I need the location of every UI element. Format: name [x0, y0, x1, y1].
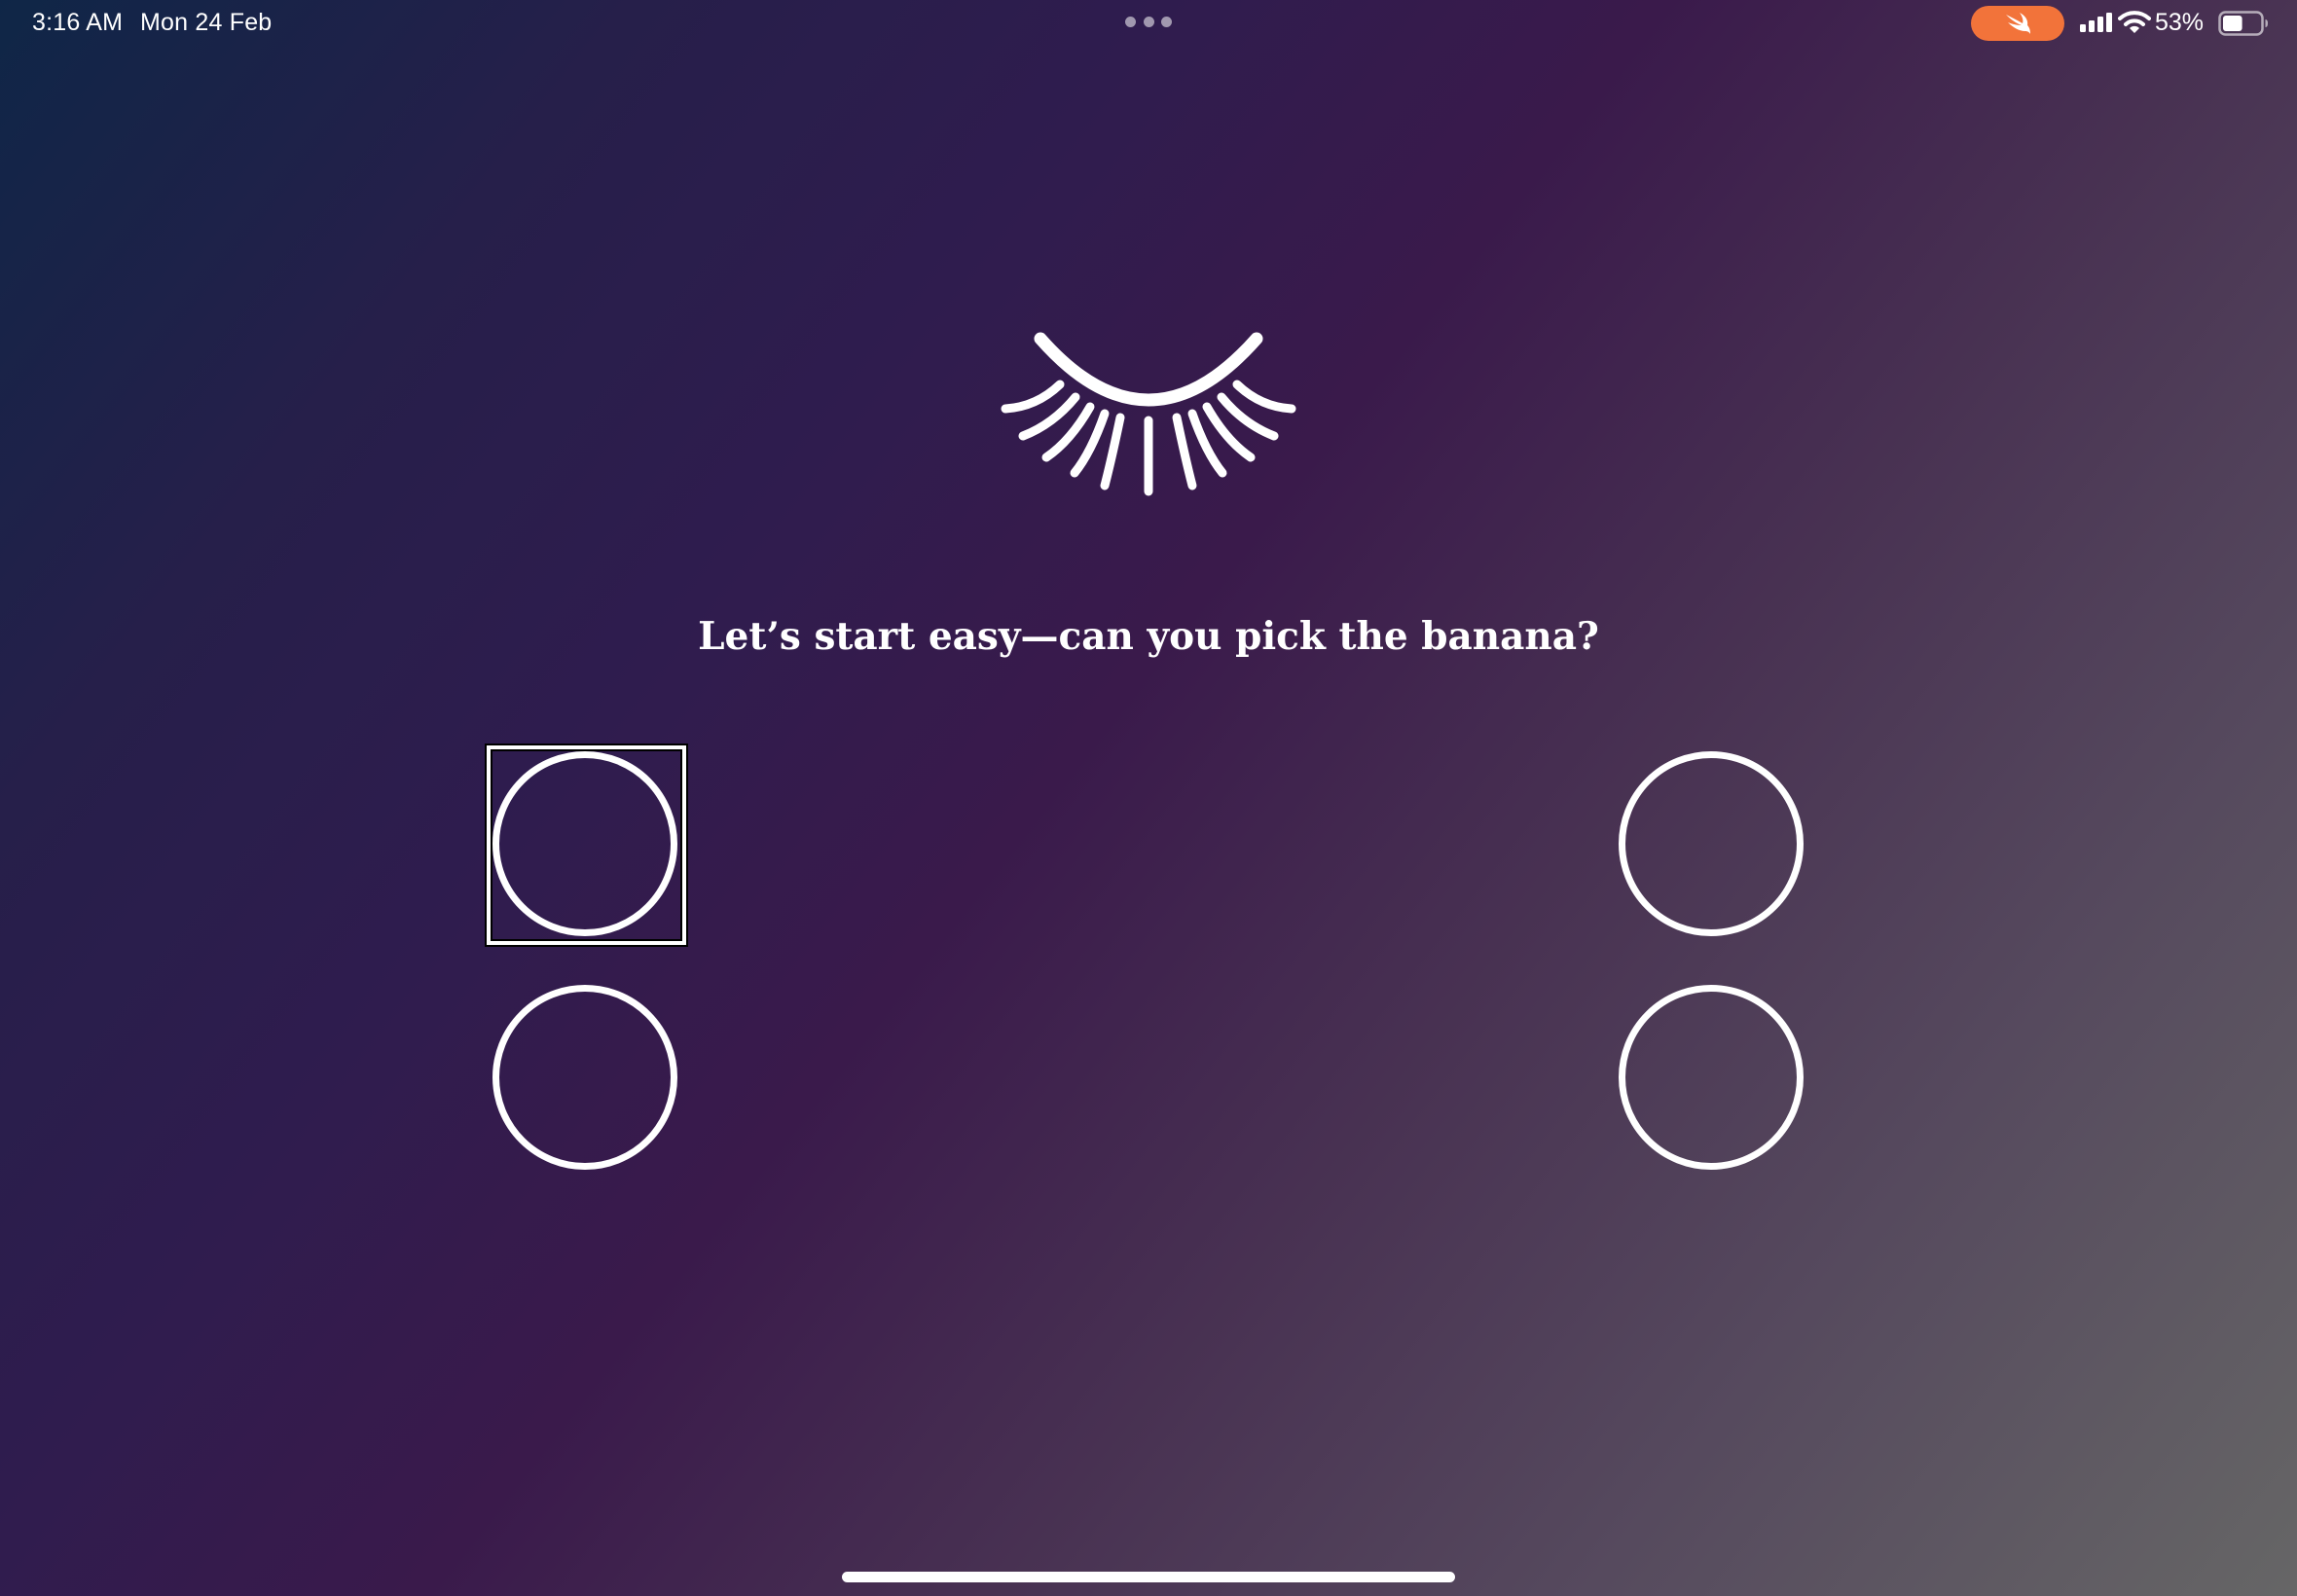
- battery-percentage: 53%: [2155, 9, 2205, 36]
- wifi-icon: [2118, 11, 2151, 33]
- status-time: 3:16 AM: [32, 9, 124, 36]
- swift-icon: [2006, 13, 2030, 34]
- answer-choice-1[interactable]: [492, 751, 677, 936]
- home-indicator[interactable]: [842, 1572, 1455, 1582]
- answer-choice-2[interactable]: [1619, 751, 1804, 936]
- status-bar: 3:16 AM Mon 24 Feb 53%: [0, 0, 2297, 47]
- answer-choice-3[interactable]: [492, 985, 677, 1170]
- dot-icon: [1143, 16, 1154, 27]
- question-prompt: Let’s start easy—can you pick the banana…: [698, 614, 1599, 659]
- battery-level-fill: [2223, 16, 2242, 31]
- active-app-indicator[interactable]: [1971, 6, 2064, 41]
- multitasking-menu-icon[interactable]: [1125, 15, 1172, 28]
- cellular-signal-icon: [2080, 13, 2112, 32]
- dot-icon: [1161, 16, 1172, 27]
- closed-eye-lashes-icon: [1001, 332, 1296, 496]
- battery-icon: [2218, 11, 2268, 36]
- dot-icon: [1125, 16, 1136, 27]
- answer-choice-4[interactable]: [1619, 985, 1804, 1170]
- status-date: Mon 24 Feb: [140, 9, 273, 36]
